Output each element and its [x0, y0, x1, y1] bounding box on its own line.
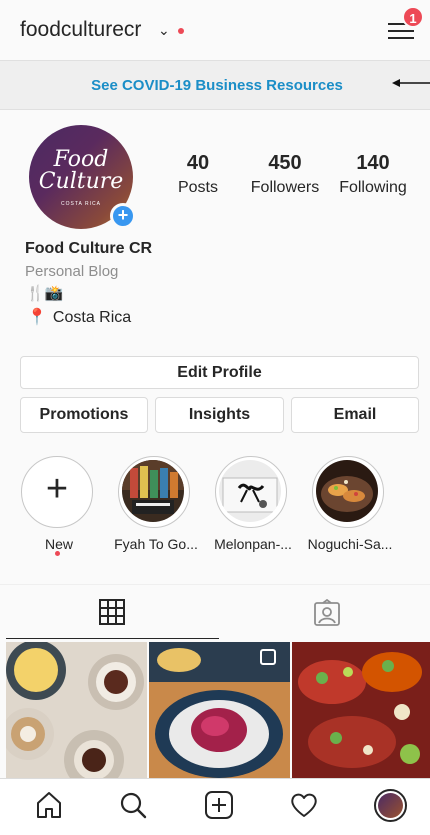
stat-posts-label: Posts [177, 179, 218, 196]
search-icon[interactable] [118, 790, 148, 820]
new-post-icon[interactable] [204, 790, 234, 820]
avatar-logo-text: Food Culture [38, 147, 124, 194]
menu-notification-badge: 1 [402, 6, 424, 28]
active-tab-underline [6, 638, 219, 639]
profile-category: Personal Blog [25, 263, 119, 280]
covid-resources-link[interactable]: See COVID-19 Business Resources [0, 77, 430, 94]
profile-location-text: Costa Rica [52, 309, 132, 326]
stat-posts[interactable]: 40 Posts [170, 152, 226, 197]
profile-avatar-thumb [378, 793, 403, 818]
pin-icon: 📍 [27, 309, 47, 326]
chevron-down-icon[interactable]: ⌄ [158, 22, 170, 39]
activity-heart-icon[interactable] [289, 790, 319, 820]
post-thumbnail[interactable] [292, 642, 430, 778]
arrow-left-icon [392, 79, 430, 87]
promotions-button[interactable]: Promotions [20, 397, 148, 433]
highlight-cover-image [219, 460, 281, 522]
notification-dot [178, 28, 184, 34]
profile-location: 📍 Costa Rica [27, 307, 131, 327]
home-icon[interactable] [34, 790, 64, 820]
highlight-cover-image [122, 460, 184, 522]
highlight-label: Fyah To Go... [114, 536, 198, 552]
add-story-plus-icon[interactable]: + [110, 203, 136, 229]
grid-icon[interactable] [99, 599, 125, 625]
stat-following[interactable]: 140 Following [334, 152, 412, 197]
highlight-label: Melonpan-... [214, 536, 292, 552]
covid-banner: See COVID-19 Business Resources [0, 60, 430, 110]
highlight-cover-image [316, 460, 378, 522]
post-thumbnail[interactable] [6, 642, 147, 778]
new-highlight-dot [55, 551, 60, 556]
highlight-label: New [44, 536, 73, 552]
stat-followers-count: 450 [268, 152, 302, 174]
account-username[interactable]: foodculturecr [20, 18, 141, 42]
profile-tabs [0, 584, 430, 640]
stat-followers-label: Followers [250, 179, 320, 196]
profile-display-name: Food Culture CR [25, 240, 153, 257]
insights-button[interactable]: Insights [155, 397, 284, 433]
profile-avatar-nav[interactable] [374, 789, 407, 822]
edit-profile-button[interactable]: Edit Profile [20, 356, 419, 389]
stat-following-label: Following [339, 179, 407, 196]
plus-icon: + [45, 468, 69, 510]
top-bar: foodculturecr ⌄ 1 [0, 0, 430, 60]
email-button[interactable]: Email [291, 397, 419, 433]
stat-followers[interactable]: 450 Followers [245, 152, 325, 197]
tagged-icon[interactable] [313, 599, 341, 627]
stat-following-count: 140 [356, 152, 390, 174]
highlight-label: Noguchi-Sa... [307, 536, 393, 552]
profile-bio-emoji: 🍴📸 [26, 285, 64, 302]
stat-posts-count: 40 [186, 152, 210, 174]
post-thumbnail[interactable] [149, 642, 290, 778]
